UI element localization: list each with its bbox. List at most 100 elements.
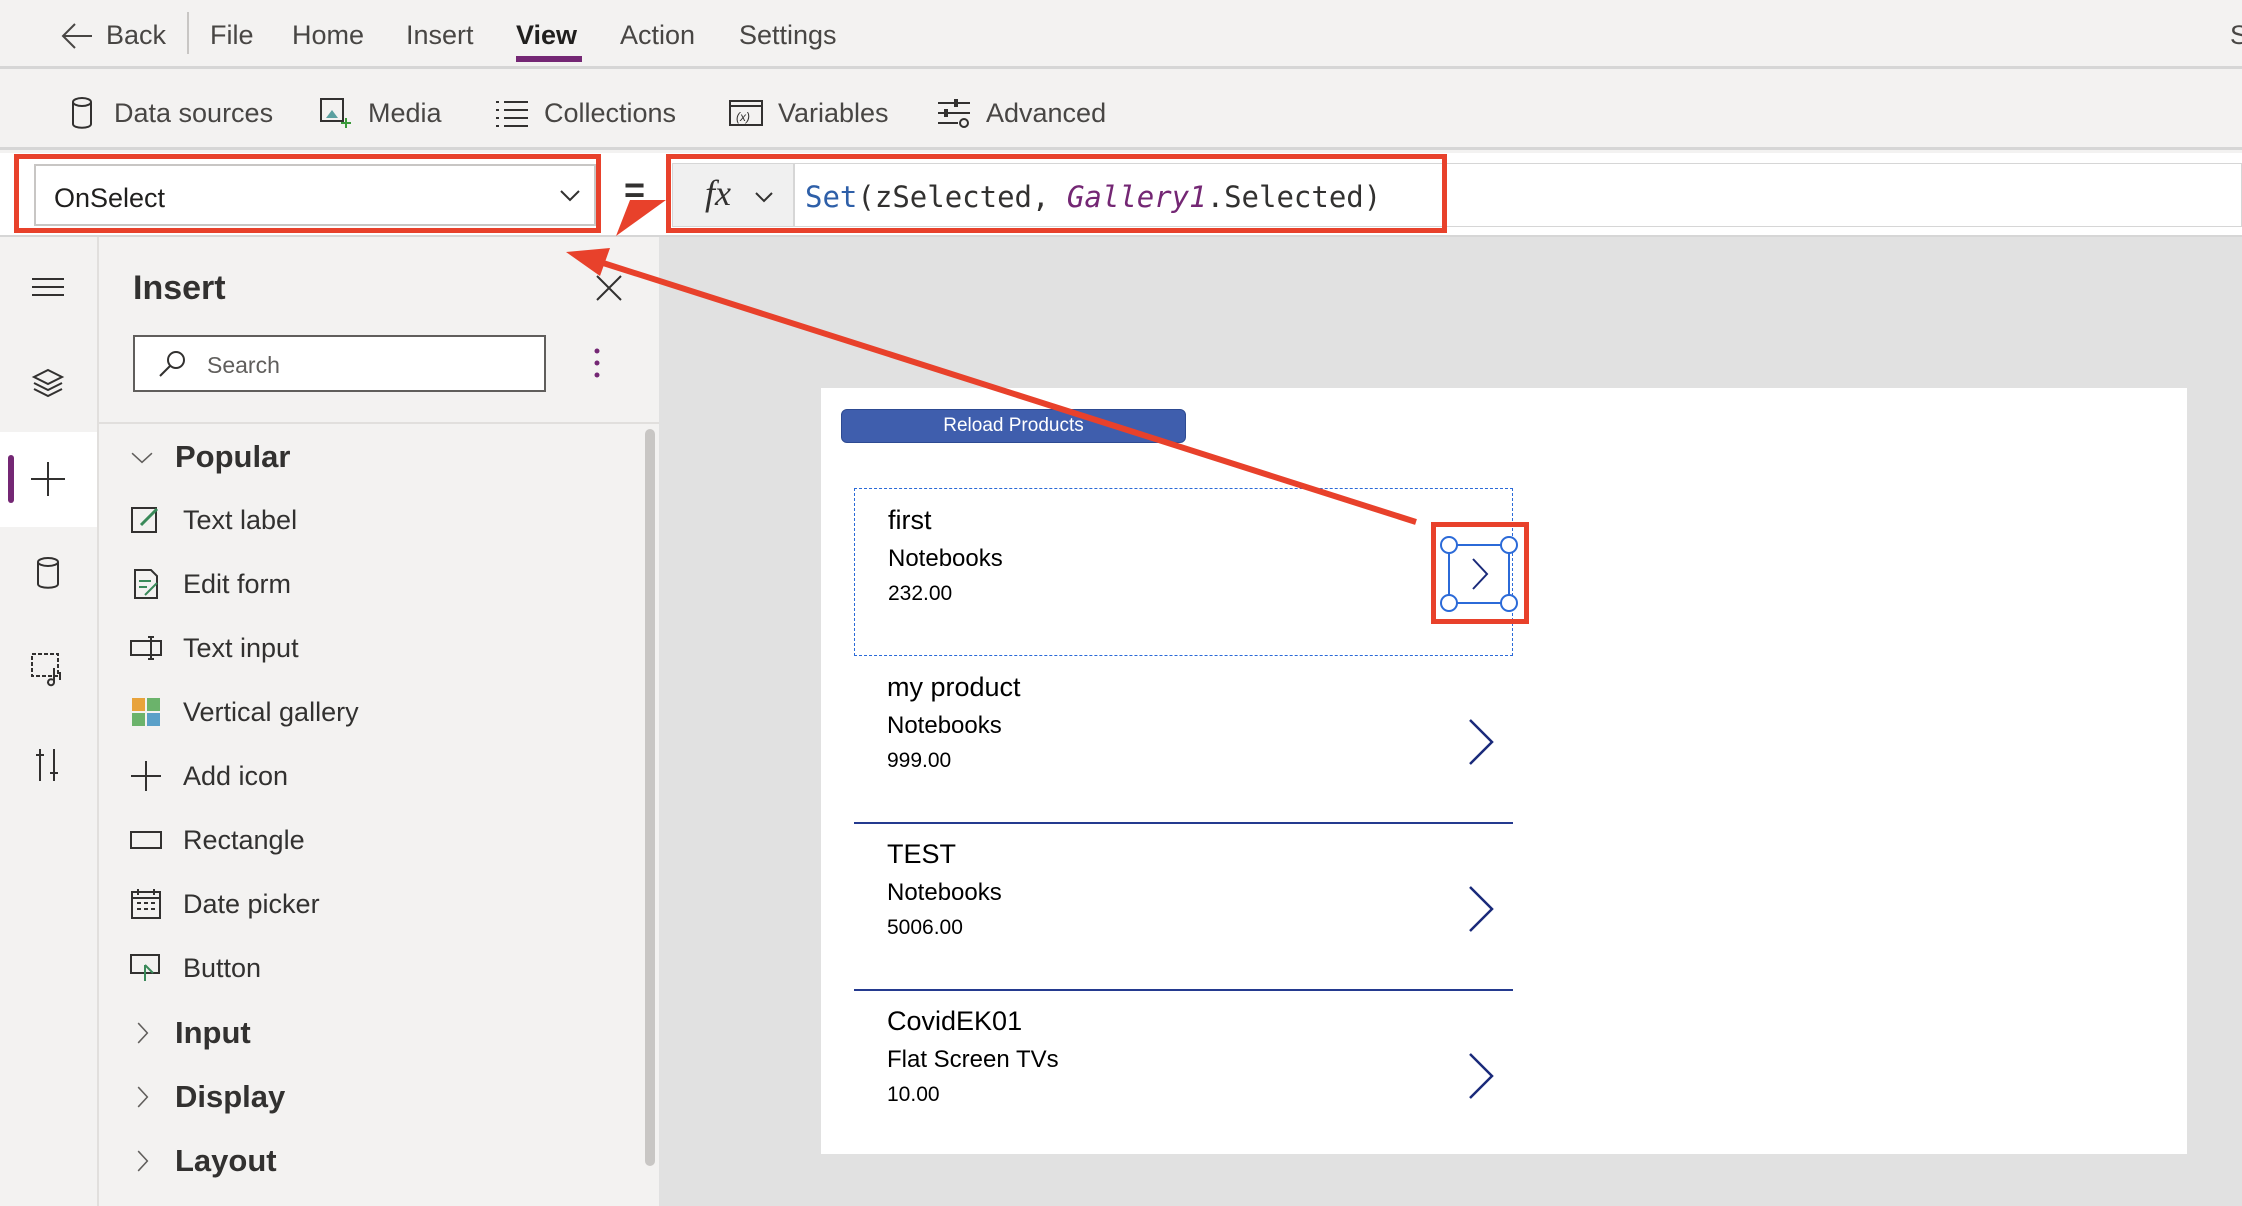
calendar-icon xyxy=(131,889,161,919)
gallery-row[interactable]: first Notebooks 232.00 xyxy=(854,488,1518,656)
group-input[interactable]: Input xyxy=(129,1015,251,1051)
row-price: 232.00 xyxy=(888,582,953,605)
menu-home[interactable]: Home xyxy=(292,20,364,51)
edit-pencil-icon xyxy=(131,507,159,533)
gallery-row[interactable]: CovidEK01 Flat Screen TVs 10.00 xyxy=(854,990,1513,1158)
group-label: Popular xyxy=(175,439,291,474)
view-toolbar: Data sources Media Collections (x) Varia… xyxy=(0,72,2242,150)
insert-text-label[interactable]: Text label xyxy=(129,503,297,537)
insert-vertical-gallery[interactable]: Vertical gallery xyxy=(129,695,359,729)
group-layout[interactable]: Layout xyxy=(129,1143,277,1179)
chevron-right-icon xyxy=(137,1086,149,1108)
media-icon[interactable] xyxy=(28,648,68,688)
annotation-box-property xyxy=(14,154,601,233)
insert-panel: Insert Search Popular Text label Edit fo… xyxy=(99,237,659,1206)
search-input[interactable]: Search xyxy=(133,335,546,392)
panel-scrollbar[interactable] xyxy=(645,429,655,1166)
chevron-right-icon[interactable] xyxy=(1466,718,1496,766)
insert-edit-form[interactable]: Edit form xyxy=(129,567,291,601)
insert-text-input[interactable]: Text input xyxy=(129,631,299,665)
group-popular[interactable]: Popular xyxy=(129,439,290,475)
active-indicator xyxy=(8,455,14,503)
chevron-right-icon[interactable] xyxy=(1466,885,1496,933)
back-label: Back xyxy=(106,20,167,50)
rail-item-insert[interactable] xyxy=(0,432,97,527)
row-category: Notebooks xyxy=(887,712,1002,739)
divider xyxy=(187,12,189,54)
equals-sign: = xyxy=(624,169,646,210)
back-button[interactable]: Back xyxy=(60,20,166,51)
advanced-label: Advanced xyxy=(986,97,1107,128)
row-price: 10.00 xyxy=(887,1083,940,1106)
row-category: Flat Screen TVs xyxy=(887,1046,1059,1073)
button-icon xyxy=(130,954,160,981)
text-input-icon xyxy=(130,636,162,660)
row-category: Notebooks xyxy=(888,545,1003,572)
chevron-right-icon xyxy=(137,1022,149,1044)
gallery-row[interactable]: my product Notebooks 999.00 xyxy=(854,656,1513,824)
variable-icon: (x) xyxy=(729,100,763,126)
variables-button[interactable]: (x) Variables xyxy=(728,96,889,130)
media-button[interactable]: Media xyxy=(318,96,442,130)
chevron-right-icon[interactable] xyxy=(1466,1052,1496,1100)
row-price: 999.00 xyxy=(887,749,952,772)
group-label: Layout xyxy=(175,1143,277,1178)
item-label: Vertical gallery xyxy=(183,696,359,727)
gallery-icon xyxy=(132,698,160,726)
rectangle-icon xyxy=(130,831,162,849)
row-title: CovidEK01 xyxy=(887,1006,1023,1036)
row-category: Notebooks xyxy=(887,879,1002,906)
chevron-down-icon xyxy=(131,452,153,464)
row-title: first xyxy=(888,505,932,535)
insert-button[interactable]: Button xyxy=(129,951,261,985)
layers-icon[interactable] xyxy=(28,362,68,402)
menu-overflow[interactable]: S xyxy=(2230,20,2242,51)
active-tab-indicator xyxy=(516,56,582,62)
menu-insert[interactable]: Insert xyxy=(406,20,474,51)
collections-label: Collections xyxy=(544,97,677,128)
arrow-left-icon xyxy=(61,22,92,49)
sliders-icon xyxy=(938,99,970,128)
close-icon[interactable] xyxy=(595,274,623,302)
list-icon xyxy=(496,101,528,127)
item-label: Date picker xyxy=(183,888,320,919)
row-price: 5006.00 xyxy=(887,916,963,939)
plus-icon xyxy=(31,462,65,496)
annotation-box-formula xyxy=(666,154,1447,233)
group-label: Display xyxy=(175,1079,286,1114)
plus-icon xyxy=(131,761,161,791)
item-label: Add icon xyxy=(183,760,289,791)
search-placeholder: Search xyxy=(207,352,280,378)
insert-rectangle[interactable]: Rectangle xyxy=(129,823,305,857)
reload-products-button[interactable]: Reload Products xyxy=(841,409,1186,443)
app-screen: Reload Products first Notebooks 232.00 m… xyxy=(821,388,2187,1154)
collections-button[interactable]: Collections xyxy=(494,96,676,130)
menu-action[interactable]: Action xyxy=(620,20,695,51)
tools-icon[interactable] xyxy=(28,745,68,785)
database-icon xyxy=(72,97,92,129)
data-sources-button[interactable]: Data sources xyxy=(64,96,273,130)
item-label: Text input xyxy=(183,632,299,663)
media-icon xyxy=(320,98,351,128)
menu-view[interactable]: View xyxy=(516,20,577,51)
gallery-row[interactable]: TEST Notebooks 5006.00 xyxy=(854,823,1513,991)
more-options-icon[interactable] xyxy=(593,347,601,379)
chevron-right-icon xyxy=(137,1150,149,1172)
item-label: Text label xyxy=(183,504,298,535)
group-display[interactable]: Display xyxy=(129,1079,285,1115)
formula-bar: OnSelect = fx Set(zSelected, Gallery1.Se… xyxy=(0,153,2242,237)
menu-settings[interactable]: Settings xyxy=(739,20,837,51)
insert-date-picker[interactable]: Date picker xyxy=(129,887,320,921)
database-icon[interactable] xyxy=(28,553,68,593)
media-label: Media xyxy=(368,97,442,128)
menu-bar: Back File Home Insert View Action Settin… xyxy=(0,0,2242,69)
advanced-button[interactable]: Advanced xyxy=(936,96,1106,130)
group-label: Input xyxy=(175,1015,251,1050)
insert-add-icon[interactable]: Add icon xyxy=(129,759,288,793)
hamburger-icon[interactable] xyxy=(28,267,68,307)
divider xyxy=(99,422,659,424)
row-title: my product xyxy=(887,672,1021,702)
variables-label: Variables xyxy=(778,97,889,128)
menu-file[interactable]: File xyxy=(210,20,254,51)
svg-text:(x): (x) xyxy=(736,110,750,124)
